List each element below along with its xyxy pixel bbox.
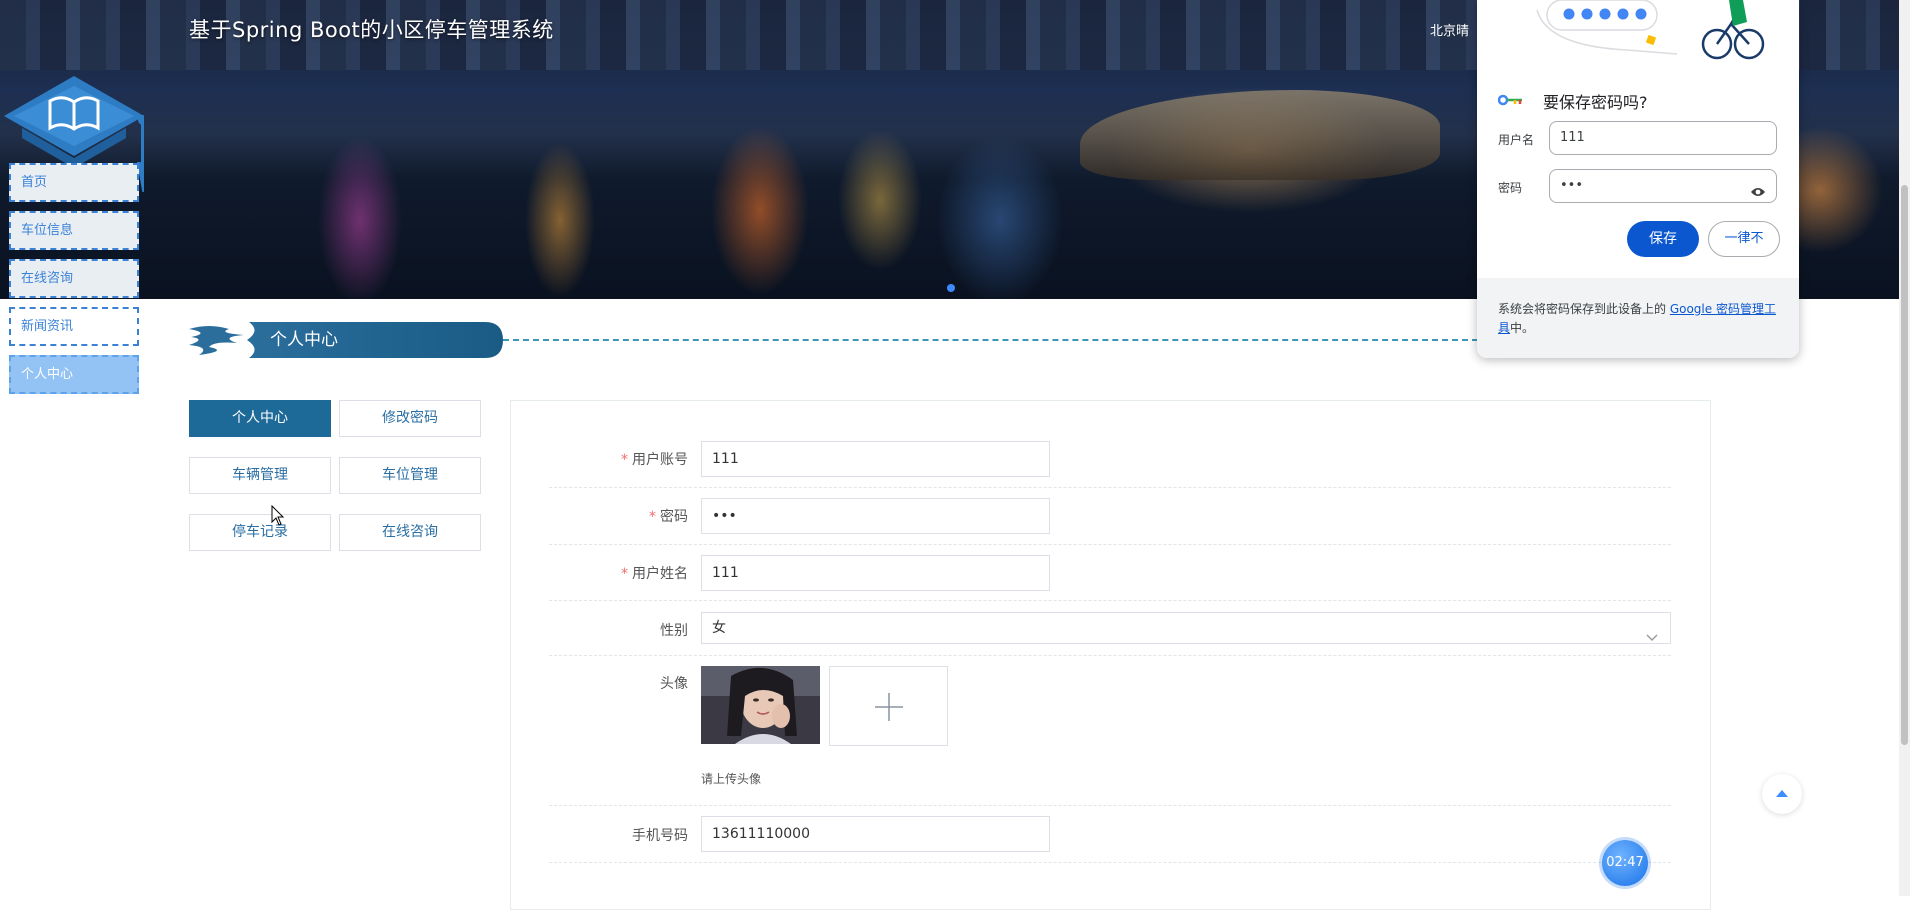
tab-vehicle-management[interactable]: 车辆管理 xyxy=(189,457,331,494)
popup-password-label: 密码 xyxy=(1498,181,1523,195)
mouse-cursor-icon xyxy=(271,505,285,526)
save-password-title: 要保存密码吗? xyxy=(1543,93,1648,112)
avatar-upload-button[interactable] xyxy=(829,666,948,746)
section-divider xyxy=(503,339,1478,341)
nav-item-profile[interactable]: 个人中心 xyxy=(9,355,139,394)
save-password-footer: 系统会将密码保存到此设备上的 Google 密码管理工具中。 xyxy=(1477,278,1799,358)
left-nav: 首页 车位信息 在线咨询 新闻资讯 个人中心 xyxy=(9,163,139,403)
footer-suffix: 中。 xyxy=(1510,321,1535,335)
password-illustration-icon xyxy=(1536,0,1765,60)
required-mark: * xyxy=(621,452,628,468)
section-banner-decoration xyxy=(189,322,503,358)
row-divider xyxy=(549,862,1671,863)
password-input[interactable]: ••• xyxy=(701,498,1050,534)
tab-online-consult[interactable]: 在线咨询 xyxy=(339,514,481,551)
account-input[interactable]: 111 xyxy=(701,441,1050,477)
account-label: * 用户账号 xyxy=(621,452,688,468)
timer-badge[interactable]: 02:47 xyxy=(1602,840,1648,886)
nav-item-parking-info[interactable]: 车位信息 xyxy=(9,211,139,250)
name-input[interactable]: 111 xyxy=(701,555,1050,591)
gender-label: 性别 xyxy=(660,623,688,639)
weather-text: 北京晴 xyxy=(1430,24,1470,39)
never-save-button[interactable]: 一律不 xyxy=(1708,221,1780,257)
triangle-up-icon xyxy=(1776,790,1788,797)
nav-item-home[interactable]: 首页 xyxy=(9,163,139,202)
avatar-image[interactable] xyxy=(701,666,820,744)
tab-change-password[interactable]: 修改密码 xyxy=(339,400,481,437)
carousel-indicator[interactable] xyxy=(947,284,955,292)
scrollbar-thumb[interactable] xyxy=(1901,185,1908,745)
row-divider xyxy=(549,487,1671,488)
avatar-upload-hint: 请上传头像 xyxy=(701,772,762,786)
required-mark: * xyxy=(621,566,628,582)
save-password-button[interactable]: 保存 xyxy=(1627,221,1699,257)
gender-select[interactable]: 女 xyxy=(701,612,1671,644)
save-password-popup: 要保存密码吗? 用户名 111 密码 ••• 保存 一律不 系统会将密码保存到此… xyxy=(1477,0,1799,358)
back-to-top-button[interactable] xyxy=(1762,774,1802,814)
phone-label: 手机号码 xyxy=(632,828,688,844)
popup-password-value: ••• xyxy=(1560,178,1584,193)
avatar-label: 头像 xyxy=(660,676,688,692)
chevron-down-icon xyxy=(1646,623,1658,653)
row-divider xyxy=(549,600,1671,601)
popup-password-input[interactable]: ••• xyxy=(1549,169,1777,203)
key-icon xyxy=(1498,94,1522,106)
tab-profile[interactable]: 个人中心 xyxy=(189,400,331,437)
nav-item-online-consult[interactable]: 在线咨询 xyxy=(9,259,139,298)
phone-input[interactable]: 13611110000 xyxy=(701,816,1050,852)
row-divider xyxy=(549,805,1671,806)
row-divider xyxy=(549,544,1671,545)
footer-text: 系统会将密码保存到此设备上的 xyxy=(1498,302,1670,316)
nav-item-news[interactable]: 新闻资讯 xyxy=(9,307,139,346)
page-scrollbar[interactable] xyxy=(1899,0,1910,896)
tab-parking-space-management[interactable]: 车位管理 xyxy=(339,457,481,494)
tab-parking-records[interactable]: 停车记录 xyxy=(189,514,331,551)
required-mark: * xyxy=(649,509,656,525)
password-label: * 密码 xyxy=(649,509,688,525)
site-title: 基于Spring Boot的小区停车管理系统 xyxy=(189,18,554,42)
popup-username-input[interactable]: 111 xyxy=(1549,121,1777,155)
gender-select-value: 女 xyxy=(712,620,726,636)
row-divider xyxy=(549,655,1671,656)
plus-icon xyxy=(875,693,903,721)
eye-icon[interactable] xyxy=(1750,179,1766,211)
popup-username-label: 用户名 xyxy=(1498,133,1535,147)
name-label: * 用户姓名 xyxy=(621,566,688,582)
section-title: 个人中心 xyxy=(270,330,338,350)
